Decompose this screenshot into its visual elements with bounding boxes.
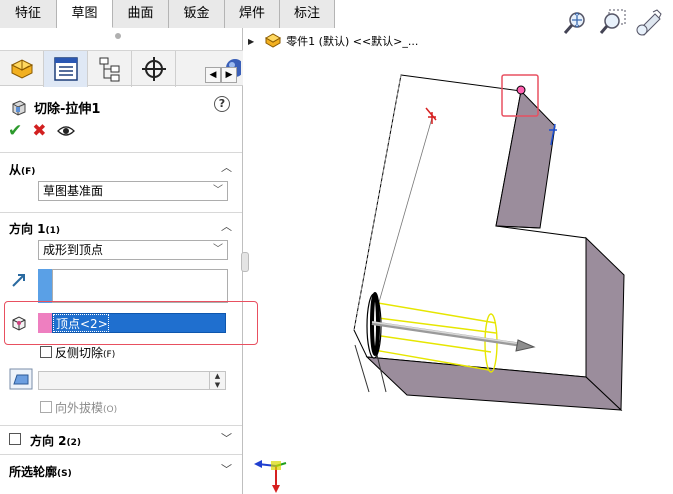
from-condition-value: 草图基准面 [43, 184, 104, 198]
property-manager-panel: ◀ ▶ 切除-拉伸1 ? ✔ ✖ 从(F) ︿ 草图基准面 ﹀ 方向 1(1) … [0, 28, 258, 494]
tab-sketch[interactable]: 草图 [57, 0, 113, 28]
direction2-checkbox[interactable] [9, 433, 21, 445]
spin-up-button[interactable]: ▲ [209, 372, 225, 381]
chevron-down-icon[interactable]: ﹀ [221, 430, 232, 446]
direction1-header-shortcut: (1) [45, 226, 61, 236]
from-header-label: 从 [9, 163, 22, 177]
chevron-up-icon[interactable]: ︿ [221, 159, 232, 175]
direction-color-bar [38, 269, 52, 303]
check-icon[interactable]: ✔ [8, 122, 22, 140]
property-manager-icon [53, 57, 78, 81]
draft-icon[interactable] [9, 368, 33, 390]
tab-surfaces[interactable]: 曲面 [113, 0, 169, 28]
scroll-left-button[interactable]: ◀ [205, 67, 221, 83]
chevron-down-icon: ﹀ [213, 185, 223, 196]
from-condition-select[interactable]: 草图基准面 ﹀ [38, 181, 228, 201]
flip-side-checkbox[interactable] [40, 346, 52, 358]
selected-contours-label: 所选轮廓 [9, 465, 58, 479]
expand-arrow-icon[interactable]: ▶ [248, 37, 254, 46]
draft-outward-text: 向外拔模 [55, 401, 104, 415]
tab-markup[interactable]: 标注 [280, 0, 335, 28]
chevron-down-icon: ﹀ [213, 244, 223, 255]
direction-arrow-icon[interactable] [10, 271, 28, 289]
direction1-section-header[interactable]: 方向 1(1) [9, 220, 60, 237]
divider [0, 212, 242, 213]
divider [0, 152, 242, 153]
zoom-to-area-icon[interactable] [597, 8, 627, 38]
selected-contours-header[interactable]: 所选轮廓(S) [9, 463, 72, 480]
solidworks-window: 特征 草图 曲面 钣金 焊件 标注 ◀ ▶ 切除-拉伸1 ? ✔ ✖ 从(F) … [0, 0, 673, 494]
previous-view-icon[interactable] [633, 8, 663, 38]
panel-grip[interactable] [115, 33, 121, 39]
close-icon[interactable]: ✖ [32, 122, 46, 140]
crosshair-icon [141, 57, 166, 81]
from-section-header[interactable]: 从(F) [9, 161, 35, 178]
draft-outward-label: 向外拔模(O) [55, 399, 117, 416]
end-condition-value: 成形到顶点 [43, 243, 104, 257]
scroll-right-button[interactable]: ▶ [221, 67, 237, 83]
direction2-header-shortcut: (2) [66, 438, 82, 448]
divider [0, 454, 242, 455]
coordinate-triad [254, 460, 287, 493]
flip-side-text: 反侧切除 [55, 346, 104, 360]
divider [0, 425, 242, 426]
configuration-manager-icon [99, 57, 119, 82]
feature-manager-icon [10, 59, 33, 79]
spin-down-button[interactable]: ▼ [209, 381, 225, 390]
chevron-up-icon[interactable]: ︿ [221, 218, 232, 234]
selected-vertex[interactable] [516, 85, 526, 95]
direction-list[interactable] [52, 269, 228, 303]
end-condition-select[interactable]: 成形到顶点 ﹀ [38, 240, 228, 260]
draft-angle-spinbox[interactable]: ▲ ▼ [38, 371, 226, 390]
property-manager-tab[interactable] [44, 51, 88, 87]
highlight-frame [4, 301, 258, 345]
flip-side-shortcut: (F) [103, 350, 116, 360]
flip-side-label: 反侧切除(F) [55, 344, 115, 361]
feature-tree-flyout[interactable]: ▶ 零件1 (默认) <<默认>_... [248, 33, 418, 49]
selected-contours-shortcut: (S) [57, 469, 72, 479]
part-name: 零件1 (默认) <<默认>_... [286, 35, 419, 48]
draft-outward-checkbox[interactable] [40, 401, 52, 413]
from-header-shortcut: (F) [21, 167, 36, 177]
direction2-header-label: 方向 2 [30, 434, 67, 448]
chevron-down-icon[interactable]: ﹀ [221, 461, 232, 477]
draft-outward-shortcut: (O) [103, 405, 118, 415]
eye-icon[interactable] [56, 125, 75, 137]
part-icon [265, 33, 282, 48]
heads-up-view-toolbar [561, 8, 663, 38]
direction2-section-header[interactable]: 方向 2(2) [30, 432, 81, 449]
tab-weldments[interactable]: 焊件 [225, 0, 280, 28]
command-manager-tabs: 特征 草图 曲面 钣金 焊件 标注 [0, 0, 335, 28]
manager-tabs: ◀ ▶ [0, 50, 243, 87]
direction1-header-label: 方向 1 [9, 222, 46, 236]
feature-manager-tab[interactable] [0, 51, 44, 87]
tab-features[interactable]: 特征 [0, 0, 57, 28]
tab-sheet-metal[interactable]: 钣金 [169, 0, 225, 28]
action-bar: ✔ ✖ [8, 122, 75, 140]
zoom-to-fit-icon[interactable] [561, 8, 591, 38]
model-top-face [353, 74, 587, 378]
cut-extrude-icon [12, 100, 26, 116]
feature-title: 切除-拉伸1 [34, 102, 101, 117]
help-button[interactable]: ? [214, 96, 230, 112]
configuration-manager-tab[interactable] [88, 51, 132, 87]
model-viewport[interactable] [248, 50, 673, 494]
dimxpert-manager-tab[interactable] [132, 51, 176, 87]
